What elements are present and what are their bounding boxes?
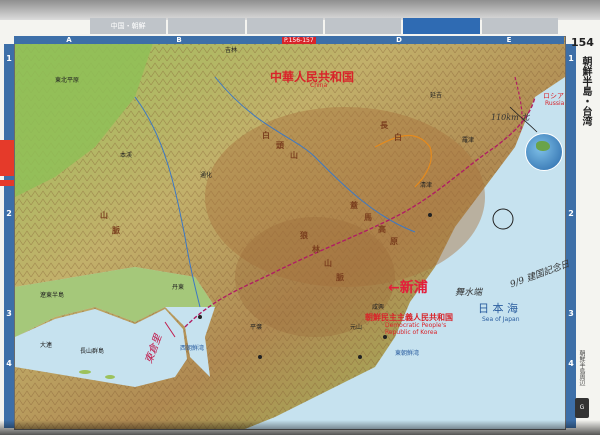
side-badge[interactable]: G — [575, 398, 589, 418]
mtn-label-1: 山 — [100, 211, 108, 220]
place-label-6: 平壌 — [250, 324, 263, 331]
grid-col-a: A — [66, 36, 72, 44]
tab-3[interactable] — [246, 18, 323, 34]
mtn-label-2: 脈 — [112, 226, 120, 235]
label-west-korea-bay: 西朝鮮湾 — [180, 345, 205, 352]
place-label-13: 通化 — [200, 172, 213, 179]
mtn-label-9: 脈 — [336, 273, 344, 282]
scan-shadow-top — [0, 0, 600, 20]
grid-row-bar-right: 1 2 3 4 — [566, 44, 576, 428]
grid-row-1-right: 1 — [568, 54, 574, 63]
mtn-label-15: 白 — [394, 133, 402, 142]
label-east-korea-bay: 東朝鮮湾 — [395, 350, 420, 357]
label-china-en: China — [310, 82, 328, 89]
grid-row-4-right: 4 — [568, 359, 574, 368]
grid-col-b: B — [176, 36, 182, 44]
page-title: 朝鮮半島・台湾 — [580, 56, 591, 126]
grid-row-2-right: 2 — [568, 209, 574, 218]
grid-row-1: 1 — [6, 54, 12, 63]
atlas-page: 中国・朝鮮 A B D E P.156-157 1 2 3 4 1 2 3 4 … — [0, 0, 600, 435]
island — [105, 375, 115, 379]
mtn-label-6: 狼 — [300, 231, 308, 240]
side-index-label: 朝鮮半島周辺 — [578, 350, 585, 386]
map-graphic — [15, 37, 565, 429]
tab-5-active[interactable] — [403, 18, 480, 34]
place-label-5: 丹東 — [172, 284, 185, 291]
hand-mid-note: 舞水端 — [455, 288, 483, 298]
tab-2[interactable] — [168, 18, 245, 34]
grid-row-3-right: 3 — [568, 309, 574, 318]
city-dot — [198, 315, 202, 319]
mtn-label-8: 山 — [324, 259, 332, 268]
mtn-label-13: 原 — [390, 237, 398, 246]
mtn-label-10: 蓋 — [350, 201, 358, 210]
grid-col-e: E — [506, 36, 512, 44]
grid-row-4: 4 — [6, 359, 12, 368]
place-label-1: 長山群島 — [80, 348, 105, 355]
hand-scale-note: 110km 北 — [491, 113, 530, 122]
mtn-label-5: 山 — [290, 151, 298, 160]
place-label-14: 本渓 — [120, 152, 133, 159]
place-label-9: 清津 — [420, 182, 433, 189]
island — [79, 370, 91, 374]
grid-row-3: 3 — [6, 309, 12, 318]
highlight-shinpo: ←新浦 — [388, 280, 428, 296]
grid-row-2: 2 — [6, 209, 12, 218]
place-label-3: 遼東半島 — [40, 292, 65, 299]
place-label-7: 元山 — [350, 324, 363, 331]
place-label-12: 吉林 — [225, 47, 238, 54]
tab-1[interactable]: 中国・朝鮮 — [90, 18, 167, 34]
place-label-4: 大連 — [40, 342, 53, 349]
grid-col-d: D — [396, 36, 402, 44]
scan-shadow-bottom — [0, 420, 600, 435]
mtn-label-14: 長 — [380, 121, 388, 130]
locator-globe — [525, 133, 563, 171]
place-label-2: 東北平原 — [55, 77, 80, 84]
locator-globe-land — [536, 141, 550, 151]
mtn-label-7: 林 — [312, 245, 320, 254]
mtn-label-12: 高 — [378, 225, 386, 234]
place-label-8: 咸興 — [372, 304, 385, 311]
chapter-tabs: 中国・朝鮮 — [90, 18, 560, 34]
label-russia-ja: ロシア — [543, 92, 564, 100]
tab-6[interactable] — [481, 18, 558, 34]
left-index-tab-2[interactable] — [0, 180, 14, 186]
city-dot — [258, 355, 262, 359]
place-label-11: 延吉 — [430, 92, 443, 99]
city-dot — [428, 213, 432, 217]
mtn-label-4: 頭 — [276, 141, 284, 150]
page-ref-badge[interactable]: P.156-157 — [282, 37, 316, 44]
label-dprk-en-1: Democratic People's — [385, 322, 447, 329]
tab-4[interactable] — [324, 18, 402, 34]
label-russia-en: Russia — [545, 100, 565, 107]
mtn-label-11: 馬 — [364, 213, 372, 222]
page-number: 154 — [571, 36, 594, 49]
left-index-tab[interactable] — [0, 140, 14, 176]
label-sea-of-japan-en: Sea of Japan — [482, 316, 520, 323]
mtn-label-3: 白 — [262, 131, 270, 140]
label-sea-of-japan: 日 本 海 — [478, 302, 518, 315]
relief-map — [14, 36, 566, 430]
place-label-10: 羅津 — [462, 137, 475, 144]
city-dot — [358, 355, 362, 359]
grid-row-bar-left: 1 2 3 4 — [4, 44, 14, 428]
label-dprk-en-2: Republic of Korea — [385, 329, 438, 336]
